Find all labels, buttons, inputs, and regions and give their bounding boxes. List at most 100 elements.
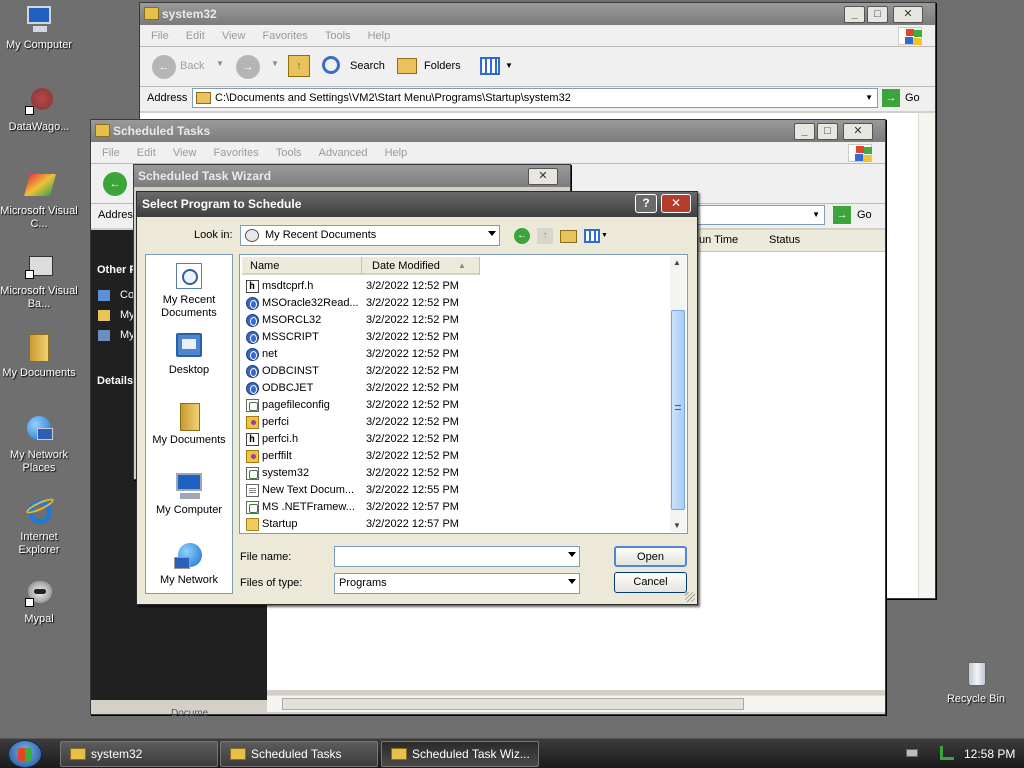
- file-row[interactable]: MS .NETFramew... 3/2/2022 12:57 PM: [242, 499, 472, 516]
- side-item-control-panel[interactable]: Co: [120, 289, 134, 301]
- new-folder-icon[interactable]: [560, 230, 577, 243]
- address-input[interactable]: ▼: [691, 205, 825, 225]
- view-menu-icon[interactable]: [584, 229, 600, 243]
- back-icon[interactable]: ←: [514, 228, 530, 244]
- keyboard-icon[interactable]: [906, 749, 918, 757]
- search-icon[interactable]: [322, 56, 340, 74]
- chevron-down-icon[interactable]: ▼: [601, 232, 608, 239]
- up-one-level-icon[interactable]: ↑: [537, 228, 553, 244]
- dialog-title-bar[interactable]: Select Program to Schedule ? ✕: [137, 192, 697, 217]
- start-button[interactable]: [8, 740, 42, 768]
- help-button[interactable]: ?: [635, 194, 657, 213]
- explorer-scrollbar[interactable]: [918, 113, 935, 598]
- menu-file[interactable]: File: [151, 30, 169, 42]
- close-button[interactable]: ✕: [528, 168, 558, 185]
- desktop-icon-datawago[interactable]: DataWago...: [0, 86, 78, 134]
- file-name-input[interactable]: [334, 546, 580, 567]
- scroll-up-icon[interactable]: ▲: [673, 258, 681, 267]
- desktop-icon-my-documents[interactable]: My Documents: [0, 332, 78, 380]
- cancel-button[interactable]: Cancel: [614, 572, 687, 593]
- scroll-down-icon[interactable]: ▼: [673, 521, 681, 530]
- folders-button-label[interactable]: Folders: [424, 60, 461, 72]
- place-my-network[interactable]: My Network: [146, 541, 232, 587]
- go-arrow-icon[interactable]: →: [833, 206, 851, 224]
- file-row[interactable]: system32 3/2/2022 12:52 PM: [242, 465, 472, 482]
- column-name[interactable]: Name: [242, 257, 362, 275]
- file-row[interactable]: ODBCJET 3/2/2022 12:52 PM: [242, 380, 472, 397]
- menu-favorites[interactable]: Favorites: [214, 147, 259, 159]
- place-my-recent-documents[interactable]: My Recent Documents: [146, 261, 232, 320]
- file-row[interactable]: msdtcprf.h 3/2/2022 12:52 PM: [242, 278, 472, 295]
- go-button-label[interactable]: Go: [857, 209, 872, 221]
- taskbar-item-task-wizard[interactable]: Scheduled Task Wiz...: [381, 741, 539, 767]
- taskbar-item-system32[interactable]: system32: [60, 741, 218, 767]
- views-icon[interactable]: [480, 57, 500, 75]
- file-row[interactable]: MSOracle32Read... 3/2/2022 12:52 PM: [242, 295, 472, 312]
- file-row[interactable]: MSORCL32 3/2/2022 12:52 PM: [242, 312, 472, 329]
- hscroll-thumb[interactable]: [282, 698, 744, 710]
- menu-tools[interactable]: Tools: [325, 30, 351, 42]
- chevron-down-icon[interactable]: ▼: [216, 59, 224, 68]
- back-icon[interactable]: ←: [152, 55, 176, 79]
- desktop-icon-mypal[interactable]: Mypal: [0, 578, 78, 626]
- go-arrow-icon[interactable]: →: [882, 89, 900, 107]
- file-row[interactable]: MSSCRIPT 3/2/2022 12:52 PM: [242, 329, 472, 346]
- file-row[interactable]: ODBCINST 3/2/2022 12:52 PM: [242, 363, 472, 380]
- up-folder-icon[interactable]: ↑: [288, 55, 310, 77]
- menu-advanced[interactable]: Advanced: [319, 147, 368, 159]
- desktop-icon-visual-c[interactable]: Microsoft Visual C...: [0, 170, 78, 231]
- desktop-icon-internet-explorer[interactable]: Internet Explorer: [0, 496, 78, 557]
- place-my-computer[interactable]: My Computer: [146, 471, 232, 517]
- chevron-down-icon[interactable]: ▼: [271, 59, 279, 68]
- chevron-down-icon[interactable]: ▼: [865, 93, 873, 102]
- files-of-type-select[interactable]: Programs: [334, 573, 580, 594]
- menu-edit[interactable]: Edit: [186, 30, 205, 42]
- wizard-title-bar[interactable]: Scheduled Task Wizard ✕: [134, 165, 570, 187]
- close-button[interactable]: ✕: [661, 194, 691, 213]
- menu-view[interactable]: View: [173, 147, 197, 159]
- column-status[interactable]: Status: [769, 234, 800, 246]
- minimize-button[interactable]: _: [844, 6, 865, 23]
- desktop-icon-my-network[interactable]: My Network Places: [0, 414, 78, 475]
- menu-favorites[interactable]: Favorites: [263, 30, 308, 42]
- file-row[interactable]: New Text Docum... 3/2/2022 12:55 PM: [242, 482, 472, 499]
- file-list-scrollbar[interactable]: ▲ ▼: [670, 256, 686, 532]
- tasks-title-bar[interactable]: Scheduled Tasks _ □ ✕: [91, 120, 885, 142]
- chevron-down-icon[interactable]: ▼: [505, 61, 513, 70]
- column-date-modified[interactable]: Date Modified ▲: [362, 257, 480, 275]
- menu-file[interactable]: File: [102, 147, 120, 159]
- file-row[interactable]: Startup 3/2/2022 12:57 PM: [242, 516, 472, 533]
- close-button[interactable]: ✕: [893, 6, 923, 23]
- back-button-label[interactable]: Back: [180, 60, 204, 72]
- file-row[interactable]: net 3/2/2022 12:52 PM: [242, 346, 472, 363]
- file-row[interactable]: perffilt 3/2/2022 12:52 PM: [242, 448, 472, 465]
- file-row[interactable]: pagefileconfig 3/2/2022 12:52 PM: [242, 397, 472, 414]
- back-icon[interactable]: ←: [103, 172, 127, 196]
- folders-icon[interactable]: [397, 58, 417, 74]
- maximize-button[interactable]: □: [817, 123, 838, 140]
- tasks-hscrollbar[interactable]: [267, 695, 885, 712]
- place-my-documents[interactable]: My Documents: [146, 401, 232, 447]
- resize-grip-icon[interactable]: [685, 592, 695, 602]
- menu-help[interactable]: Help: [368, 30, 391, 42]
- close-button[interactable]: ✕: [843, 123, 873, 140]
- scroll-thumb[interactable]: [671, 310, 685, 510]
- desktop-icon-visual-basic[interactable]: Microsoft Visual Ba...: [0, 250, 78, 311]
- desktop-icon-my-computer[interactable]: My Computer: [0, 4, 78, 52]
- search-button-label[interactable]: Search: [350, 60, 385, 72]
- explorer-title-bar[interactable]: system32 _ □ ✕: [140, 3, 935, 25]
- go-button-label[interactable]: Go: [905, 92, 920, 104]
- forward-icon[interactable]: →: [236, 55, 260, 79]
- place-desktop[interactable]: Desktop: [146, 331, 232, 377]
- minimize-button[interactable]: _: [794, 123, 815, 140]
- network-icon[interactable]: [940, 746, 954, 760]
- maximize-button[interactable]: □: [867, 6, 888, 23]
- open-button[interactable]: Open: [614, 546, 687, 567]
- column-run-time[interactable]: un Time: [699, 234, 738, 246]
- file-row[interactable]: perfci.h 3/2/2022 12:52 PM: [242, 431, 472, 448]
- menu-edit[interactable]: Edit: [137, 147, 156, 159]
- file-row[interactable]: perfci 3/2/2022 12:52 PM: [242, 414, 472, 431]
- menu-view[interactable]: View: [222, 30, 246, 42]
- menu-tools[interactable]: Tools: [276, 147, 302, 159]
- desktop-icon-recycle-bin[interactable]: Recycle Bin: [936, 658, 1016, 706]
